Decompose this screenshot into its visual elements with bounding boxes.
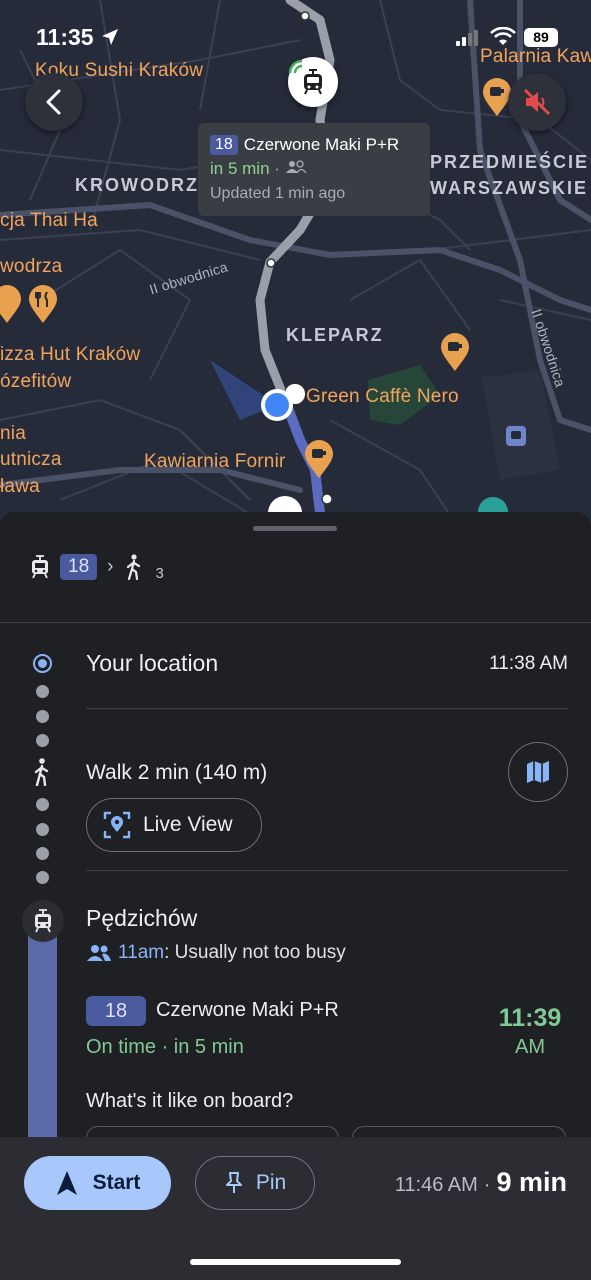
timeline-dot: [36, 847, 49, 860]
step-origin-title: Your location: [86, 650, 219, 676]
step-origin-time: 11:38 AM: [489, 653, 568, 674]
trip-duration: 9 min: [496, 1167, 567, 1197]
coffee-pin-icon[interactable]: [304, 440, 334, 480]
status-time: 11:35: [36, 24, 94, 50]
arrival-summary: 11:46 AM · 9 min: [395, 1167, 567, 1198]
onboard-question: What's it like on board?: [86, 1090, 294, 1112]
poi-label-utnicza: utnicza: [0, 449, 62, 470]
pin-icon: [225, 1172, 242, 1193]
timeline-dot: [36, 823, 49, 836]
divider: [86, 870, 568, 871]
pin-label: Pin: [255, 1171, 287, 1194]
step-walk-title[interactable]: Walk 2 min (140 m): [86, 761, 267, 785]
timeline-dot: [36, 871, 49, 884]
popup-eta-separator: ·: [274, 159, 280, 178]
live-view-button[interactable]: Live View: [86, 798, 262, 852]
line-status: On time · in 5 min: [86, 1036, 244, 1058]
coffee-pin-icon[interactable]: [440, 333, 470, 373]
pin-button[interactable]: Pin: [195, 1156, 315, 1210]
chevron-right-icon: ›: [107, 556, 114, 577]
district-label-warszawskie: WARSZAWSKIE: [430, 178, 589, 198]
poi-label-nia: nia: [0, 423, 26, 444]
live-view-icon: [103, 811, 131, 839]
crowd-icon: [285, 160, 307, 174]
busy-time: 11am: [118, 942, 165, 963]
drag-handle[interactable]: [253, 526, 337, 531]
wifi-icon: [490, 27, 516, 45]
timeline-dot: [36, 734, 49, 747]
poi-label-kawiarnia-fornir[interactable]: Kawiarnia Fornir: [144, 451, 286, 473]
poi-label-wodrza: wodrza: [0, 256, 63, 277]
popup-destination: Czerwone Maki P+R: [243, 135, 400, 154]
divider: [86, 708, 568, 709]
transit-info-popup[interactable]: 18 Czerwone Maki P+R in 5 min · Updated …: [198, 123, 430, 216]
map-view[interactable]: Koku Sushi Kraków Palarnia Kaw KROWODRZ …: [0, 0, 591, 530]
navigation-arrow-icon: [56, 1171, 77, 1195]
walk-count: 3: [155, 564, 164, 582]
walk-icon: [34, 758, 49, 786]
live-view-label: Live View: [143, 813, 233, 836]
back-arrow-icon: [46, 89, 61, 115]
home-indicator[interactable]: [190, 1259, 401, 1265]
cellular-signal-icon: [456, 30, 478, 46]
timeline-dot: [36, 710, 49, 723]
poi-label-lawa: ława: [0, 476, 40, 497]
popup-updated-time: Updated 1 min ago: [210, 185, 346, 202]
location-arrow-icon: [102, 29, 118, 45]
crowd-icon: [87, 945, 111, 961]
poi-label-pizza-hut[interactable]: izza Hut Kraków: [0, 344, 140, 366]
departure-time: 11:39: [498, 1004, 562, 1032]
busy-text: : Usually not too busy: [164, 942, 346, 963]
route-badge: 18: [210, 135, 238, 155]
route-badge: 18: [60, 554, 98, 580]
line-destination: Czerwone Maki P+R: [156, 999, 339, 1021]
timeline-dot: [36, 798, 49, 811]
my-location-icon: [261, 389, 293, 421]
street-label-jozefitow: ózefitów: [0, 371, 72, 392]
show-map-button[interactable]: [508, 742, 568, 802]
divider: [0, 622, 591, 623]
arrival-separator: ·: [483, 1174, 491, 1196]
restaurant-pin-icon[interactable]: [28, 285, 58, 325]
bottom-action-bar: Start Pin 11:46 AM · 9 min: [0, 1137, 591, 1280]
poi-label-thai[interactable]: cja Thai Ha: [0, 210, 98, 232]
district-label-przedmiescie: PRZEDMIEŚCIE: [430, 152, 590, 172]
start-button[interactable]: Start: [24, 1156, 171, 1210]
battery-indicator: 89: [524, 28, 558, 47]
timeline-dot: [36, 685, 49, 698]
mute-button[interactable]: [508, 73, 566, 131]
route-summary[interactable]: 18 › 3: [30, 554, 164, 582]
popup-eta-text: in 5 min: [210, 159, 270, 178]
departure-ampm: AM: [515, 1036, 545, 1058]
popup-eta: in 5 min ·: [210, 159, 418, 179]
stop-name[interactable]: Pędzichów: [86, 905, 197, 932]
origin-dot-icon: [33, 654, 52, 673]
arrival-time: 11:46 AM: [394, 1174, 478, 1196]
walk-icon: [127, 554, 141, 580]
transit-line-bar: [28, 917, 57, 1147]
route-badge: 18: [86, 996, 146, 1026]
restaurant-pin-icon[interactable]: [0, 285, 22, 325]
start-label: Start: [92, 1171, 141, 1194]
map-icon: [527, 761, 549, 783]
tram-icon: [32, 555, 48, 579]
crowd-info: 11am: Usually not too busy: [86, 942, 346, 964]
back-button[interactable]: [25, 73, 83, 131]
tram-stop-icon: [22, 900, 64, 942]
poi-label-green-caffe-nero[interactable]: Green Caffè Nero: [306, 386, 459, 408]
status-bar: 11:35 89: [0, 0, 591, 76]
district-label-krowodrza: KROWODRZ: [75, 175, 199, 195]
volume-muted-icon: [523, 88, 551, 116]
district-label-kleparz: KLEPARZ: [286, 325, 384, 345]
